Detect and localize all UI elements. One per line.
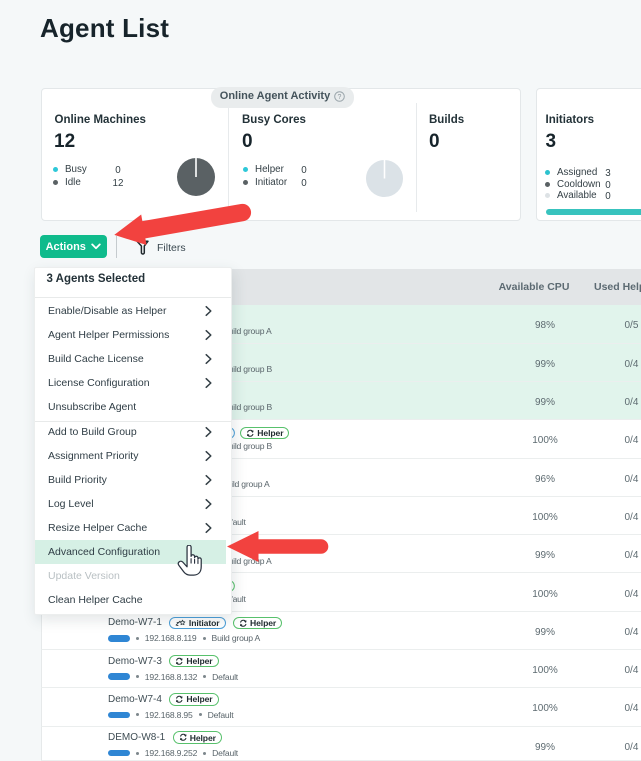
svg-text:?: ? [338, 94, 342, 101]
